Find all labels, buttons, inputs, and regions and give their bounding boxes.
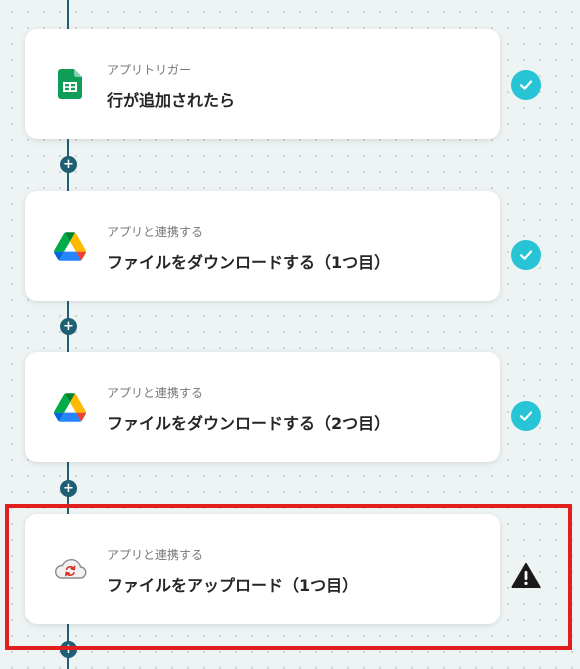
add-step-button[interactable]: + <box>60 318 77 335</box>
step-title: ファイルをアップロード（1つ目） <box>107 576 359 595</box>
google-drive-icon <box>53 390 87 424</box>
warning-icon <box>511 560 541 590</box>
flow-step-card-3[interactable]: アプリと連携する ファイルをダウンロードする（2つ目） <box>25 352 500 462</box>
google-sheets-icon <box>53 67 87 101</box>
step-type-label: アプリと連携する <box>107 386 204 400</box>
step-title: ファイルをダウンロードする（2つ目） <box>107 414 391 433</box>
step-completed-icon <box>511 240 541 270</box>
step-completed-icon <box>511 401 541 431</box>
flow-step-card-1[interactable]: アプリトリガー 行が追加されたら <box>25 29 500 139</box>
step-title: ファイルをダウンロードする（1つ目） <box>107 253 391 272</box>
google-drive-icon <box>53 229 87 263</box>
flow-step-card-4[interactable]: アプリと連携する ファイルをアップロード（1つ目） <box>25 514 500 624</box>
flow-step-card-2[interactable]: アプリと連携する ファイルをダウンロードする（1つ目） <box>25 191 500 301</box>
step-completed-icon <box>511 70 541 100</box>
step-type-label: アプリトリガー <box>107 63 192 77</box>
step-type-label: アプリと連携する <box>107 225 204 239</box>
cloud-sync-icon <box>53 552 87 586</box>
step-title: 行が追加されたら <box>107 91 236 110</box>
step-type-label: アプリと連携する <box>107 548 204 562</box>
add-step-button[interactable]: + <box>60 480 77 497</box>
add-step-button[interactable]: + <box>60 156 77 173</box>
add-step-button[interactable]: + <box>60 641 77 658</box>
